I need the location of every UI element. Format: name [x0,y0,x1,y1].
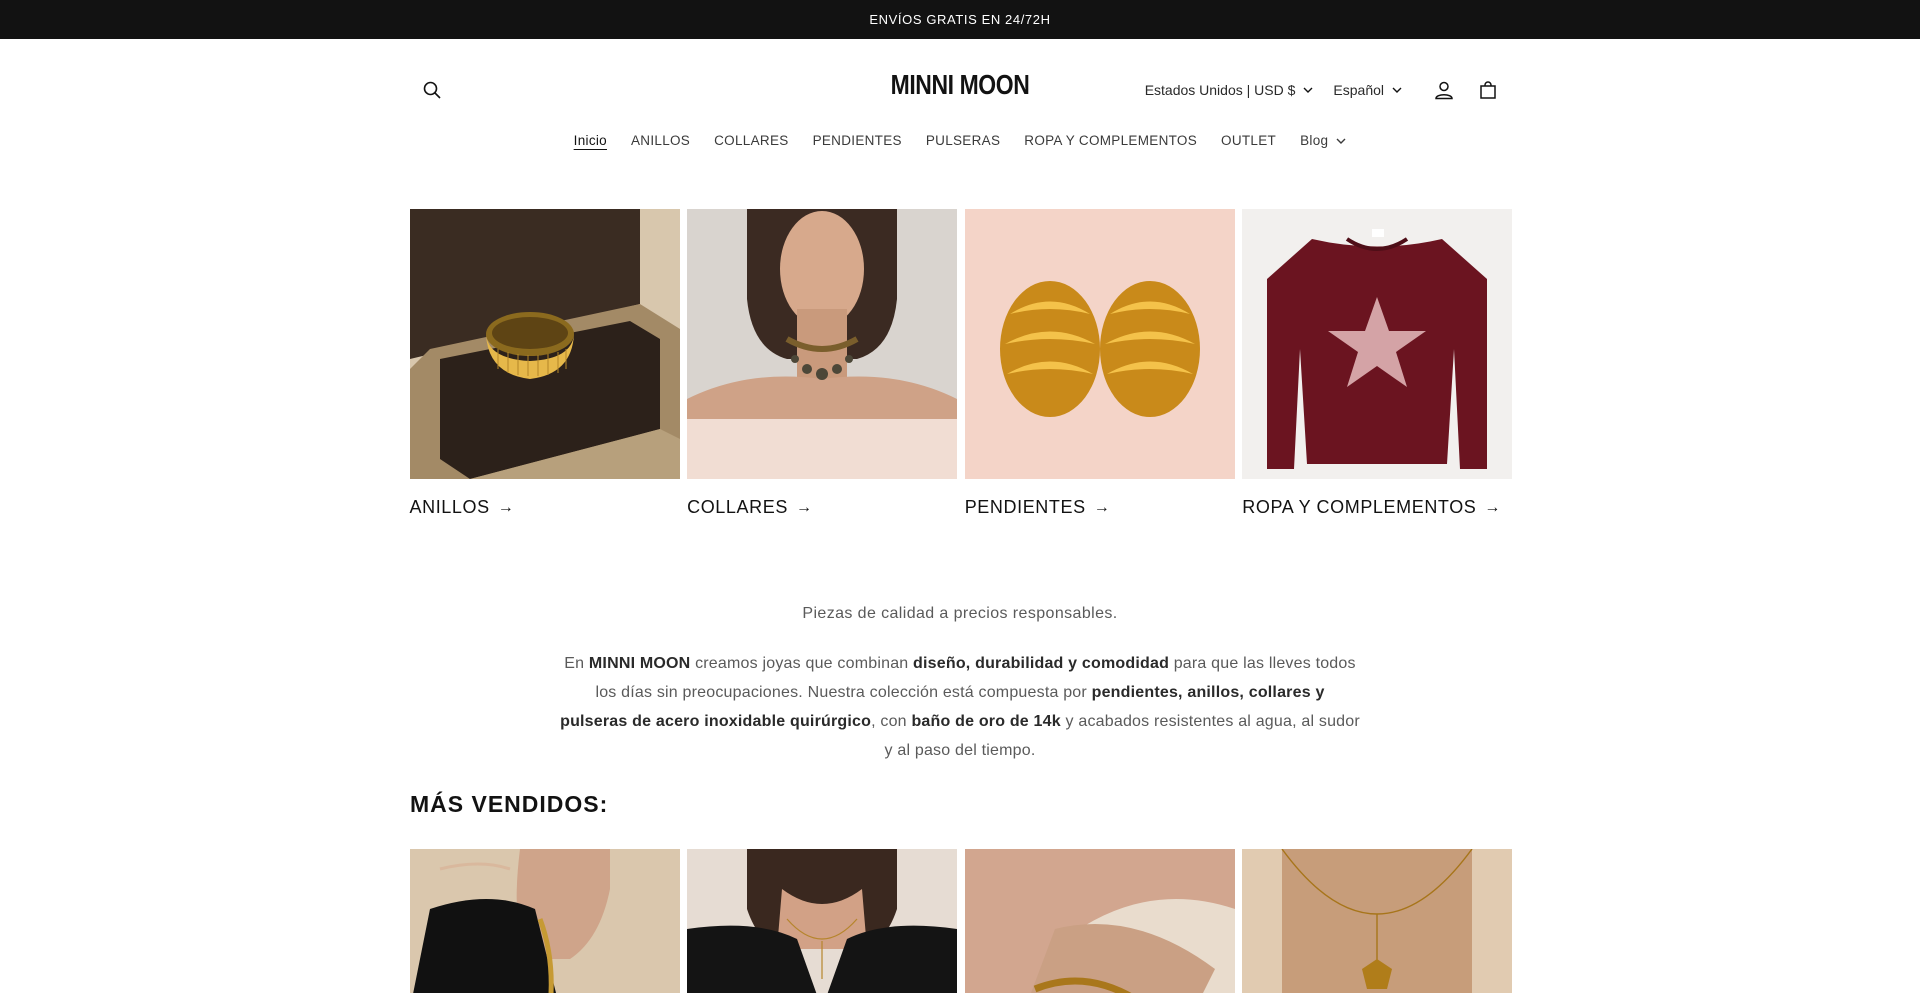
collection-list: ANILLOS → COLLARES → PENDIENTES → ROPA Y… [409,209,1513,518]
bestsellers-grid [409,849,1513,993]
cart-button[interactable] [1466,68,1510,112]
product-image[interactable] [1242,849,1513,993]
collection-title-ropa-y-complementos[interactable]: ROPA Y COMPLEMENTOS → [1242,497,1512,518]
product-image[interactable] [964,849,1235,993]
language-selector-label: Español [1333,82,1384,98]
announcement-text: ENVÍOS GRATIS EN 24/72H [869,12,1051,27]
site-logo[interactable]: MINNI MOON [875,69,1044,101]
nav-item-pendientes[interactable]: PENDIENTES [801,129,914,152]
site-header: MINNI MOON Estados Unidos | USD $ Españo… [410,39,1510,129]
chevron-down-icon [1336,138,1346,144]
header-utilities: Estados Unidos | USD $ Español [1145,68,1510,112]
collection-title-collares[interactable]: COLLARES → [687,497,957,518]
collection-image-collares[interactable] [687,209,958,479]
collection-card-pendientes[interactable]: PENDIENTES → [964,209,1235,518]
collection-card-anillos[interactable]: ANILLOS → [409,209,680,518]
product-image[interactable] [409,849,680,993]
nav-item-blog[interactable]: Blog [1288,129,1358,152]
collection-card-collares[interactable]: COLLARES → [687,209,958,518]
collection-title-pendientes[interactable]: PENDIENTES → [965,497,1235,518]
announcement-bar: ENVÍOS GRATIS EN 24/72H [0,0,1920,39]
collection-card-ropa-y-complementos[interactable]: ROPA Y COMPLEMENTOS → [1242,209,1513,518]
nav-item-blog-label: Blog [1300,133,1329,148]
nav-item-collares[interactable]: COLLARES [702,129,800,152]
intro-tagline: Piezas de calidad a precios responsables… [802,605,1118,622]
arrow-right-icon: → [1093,498,1111,516]
main-navigation: Inicio ANILLOS COLLARES PENDIENTES PULSE… [0,129,1920,174]
language-selector[interactable]: Español [1333,82,1402,98]
chevron-down-icon [1303,87,1313,93]
arrow-right-icon: → [1484,498,1502,516]
nav-item-inicio[interactable]: Inicio [562,129,619,152]
account-icon [1435,81,1453,100]
intro-text-section: Piezas de calidad a precios responsables… [410,605,1510,765]
collection-image-anillos[interactable] [409,209,680,479]
nav-item-pulseras[interactable]: PULSERAS [914,129,1012,152]
collection-title-anillos[interactable]: ANILLOS → [410,497,680,518]
search-button[interactable] [410,68,454,112]
search-icon [423,81,441,99]
nav-item-outlet[interactable]: OUTLET [1209,129,1288,152]
country-selector-label: Estados Unidos | USD $ [1144,82,1296,98]
chevron-down-icon [1392,87,1402,93]
intro-paragraph: En MINNI MOON creamos joyas que combinan… [560,655,1360,759]
arrow-right-icon: → [497,498,515,516]
nav-item-ropa-y-complementos[interactable]: ROPA Y COMPLEMENTOS [1012,129,1209,152]
product-image[interactable] [687,849,958,993]
cart-icon [1480,81,1496,99]
collection-image-pendientes[interactable] [964,209,1235,479]
bestsellers-heading: MÁS VENDIDOS: [410,791,609,817]
country-selector[interactable]: Estados Unidos | USD $ [1145,82,1314,98]
arrow-right-icon: → [795,498,813,516]
nav-item-anillos[interactable]: ANILLOS [619,129,702,152]
account-button[interactable] [1422,68,1466,112]
collection-image-ropa-y-complementos[interactable] [1242,209,1513,479]
